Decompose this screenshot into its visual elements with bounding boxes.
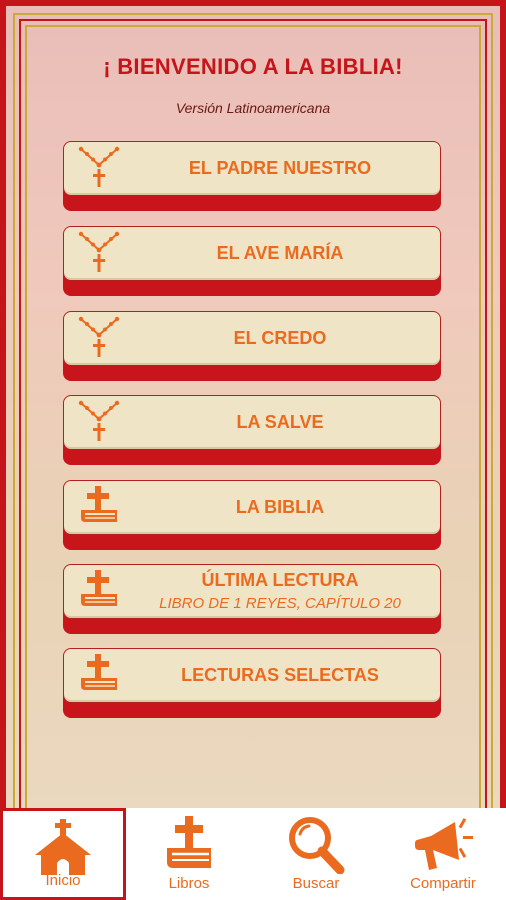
nav-compartir[interactable]: Compartir <box>380 808 506 900</box>
bible-icon <box>81 570 117 606</box>
home-screen: ¡ BIENVENIDO A LA BIBLIA! Versión Latino… <box>0 0 506 808</box>
padre-nuestro-button[interactable]: EL PADRE NUESTRO <box>63 141 441 211</box>
bible-icon <box>81 486 117 522</box>
bible-icon <box>81 654 117 690</box>
nav-label: Libros <box>168 875 210 892</box>
megaphone-icon <box>415 818 473 870</box>
salve-button[interactable]: LA SALVE <box>63 395 441 465</box>
church-icon <box>35 819 91 875</box>
nav-inicio[interactable]: Inicio <box>0 808 126 900</box>
menu-label: EL AVE MARÍA <box>216 243 344 263</box>
menu-label: EL CREDO <box>233 328 327 348</box>
bible-icon <box>167 816 211 868</box>
nav-label: Compartir <box>410 875 476 892</box>
rosary-icon <box>78 231 120 272</box>
page-subtitle: Versión Latinoamericana <box>175 100 331 116</box>
search-icon <box>289 817 345 874</box>
menu-label-main: ÚLTIMA LECTURA <box>201 570 359 590</box>
ave-maria-button[interactable]: EL AVE MARÍA <box>63 226 441 296</box>
credo-button[interactable]: EL CREDO <box>63 311 441 381</box>
menu-label: LA SALVE <box>236 412 324 432</box>
page-title: ¡ BIENVENIDO A LA BIBLIA! <box>103 54 403 79</box>
nav-label: Inicio <box>45 872 81 889</box>
menu-label: LA BIBLIA <box>235 497 325 517</box>
bottom-nav: Inicio Libros Buscar Compartir <box>0 808 506 900</box>
menu-label: LECTURAS SELECTAS <box>181 665 379 685</box>
rosary-icon <box>78 400 120 441</box>
nav-buscar[interactable]: Buscar <box>253 808 379 900</box>
rosary-icon <box>78 146 120 187</box>
lecturas-selectas-button[interactable]: LECTURAS SELECTAS <box>63 648 441 718</box>
last-reading-detail: LIBRO DE 1 REYES, CAPÍTULO 20 <box>159 595 401 612</box>
rosary-icon <box>78 316 120 357</box>
ultima-lectura-button[interactable]: ÚLTIMA LECTURA LIBRO DE 1 REYES, CAPÍTUL… <box>63 564 441 634</box>
nav-libros[interactable]: Libros <box>126 808 252 900</box>
nav-label: Buscar <box>292 875 340 892</box>
menu-label: EL PADRE NUESTRO <box>188 158 372 178</box>
biblia-button[interactable]: LA BIBLIA <box>63 480 441 550</box>
menu-label: ÚLTIMA LECTURA LIBRO DE 1 REYES, CAPÍTUL… <box>119 564 441 618</box>
